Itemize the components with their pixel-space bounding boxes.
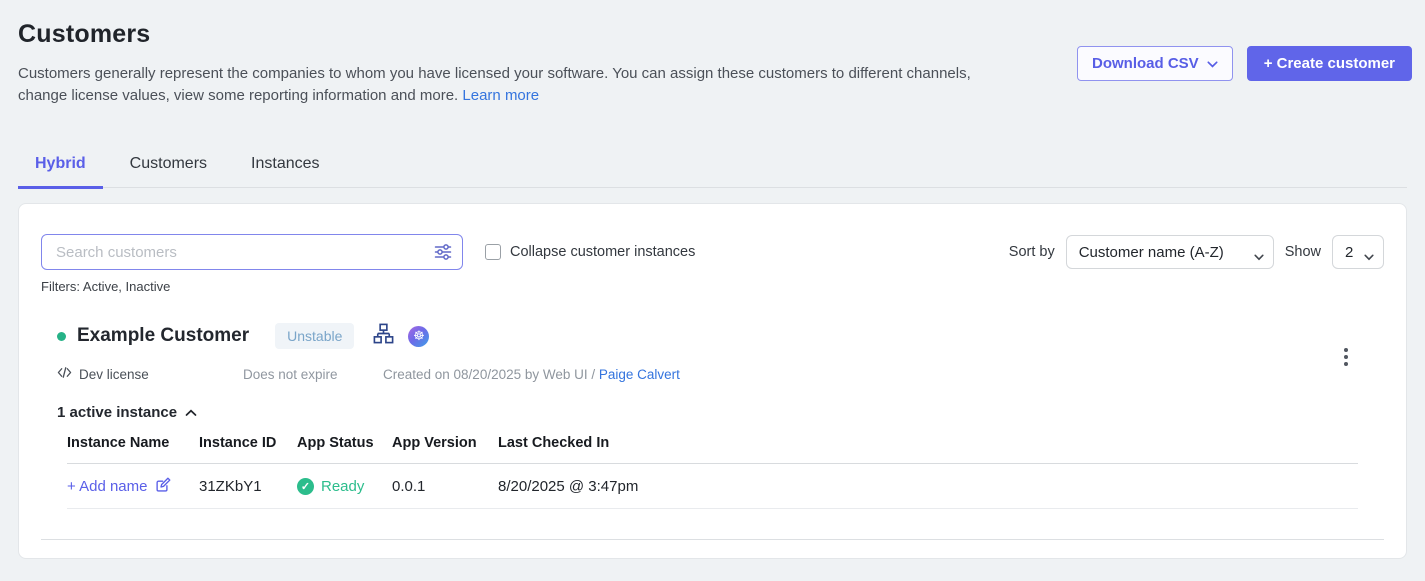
learn-more-link[interactable]: Learn more — [462, 87, 539, 104]
sort-select[interactable]: Customer name (A-Z) — [1066, 235, 1274, 269]
instance-name-cell: + Add name — [67, 476, 199, 497]
col-header-instance-name: Instance Name — [67, 435, 199, 451]
filter-sliders-icon[interactable] — [433, 242, 453, 267]
sort-by-label: Sort by — [1009, 244, 1055, 260]
collapse-instances-label[interactable]: Collapse customer instances — [510, 244, 695, 260]
created-by-user-link[interactable]: Paige Calvert — [599, 367, 680, 382]
sitemap-icon — [372, 322, 395, 350]
tab-instances[interactable]: Instances — [234, 149, 336, 187]
kubernetes-icon: ☸ — [408, 326, 429, 347]
toolbar: Collapse customer instances Sort by Cust… — [41, 234, 1384, 270]
search-input[interactable] — [41, 234, 463, 270]
edit-icon — [155, 476, 172, 497]
customer-block: Example Customer Unstable ☸ — [41, 322, 1384, 509]
collapse-instances-control: Collapse customer instances — [485, 244, 695, 260]
create-customer-button[interactable]: + Create customer — [1247, 46, 1412, 81]
check-circle-icon: ✓ — [297, 478, 314, 495]
channel-badge: Unstable — [275, 323, 354, 349]
download-csv-button[interactable]: Download CSV — [1077, 46, 1233, 81]
page-description: Customers generally represent the compan… — [18, 63, 978, 107]
sort-select-wrap: Customer name (A-Z) — [1066, 235, 1274, 269]
tab-bar: Hybrid Customers Instances — [18, 149, 1407, 188]
chevron-down-icon — [1207, 55, 1218, 72]
page-header: Customers Customers generally represent … — [0, 0, 1425, 107]
download-csv-label: Download CSV — [1092, 55, 1199, 72]
code-icon — [57, 365, 72, 383]
active-status-dot-icon — [57, 332, 66, 341]
customer-actions-kebab-icon[interactable] — [1340, 344, 1352, 370]
license-row: Dev license Does not expire Created on 0… — [57, 365, 1384, 383]
instances-summary: 1 active instance — [57, 404, 177, 421]
instances-table-header: Instance Name Instance ID App Status App… — [67, 435, 1358, 464]
show-label: Show — [1285, 244, 1321, 260]
last-checked-in-cell: 8/20/2025 @ 3:47pm — [498, 478, 1358, 495]
license-type-label: Dev license — [79, 367, 149, 382]
toolbar-right: Sort by Customer name (A-Z) Show 20 — [1009, 235, 1384, 269]
created-by-text: Created on 08/20/2025 by Web UI / Paige … — [383, 367, 680, 382]
show-select[interactable]: 20 — [1332, 235, 1384, 269]
customer-name[interactable]: Example Customer — [77, 325, 249, 347]
app-status-cell: ✓ Ready — [297, 478, 392, 495]
customer-header-row: Example Customer Unstable ☸ — [57, 322, 1384, 350]
active-filters-text: Filters: Active, Inactive — [41, 279, 1384, 294]
status-label: Ready — [321, 478, 364, 495]
tab-customers[interactable]: Customers — [113, 149, 224, 187]
license-expiry: Does not expire — [243, 367, 383, 382]
col-header-instance-id: Instance ID — [199, 435, 297, 451]
add-name-label: + Add name — [67, 478, 147, 495]
license-type: Dev license — [57, 365, 243, 383]
status-ready: ✓ Ready — [297, 478, 392, 495]
instance-row: + Add name 31ZKbY1 ✓ Ready — [67, 464, 1358, 509]
add-name-button[interactable]: + Add name — [67, 476, 199, 497]
customer-block-divider — [41, 539, 1384, 540]
header-actions: Download CSV + Create customer — [1077, 46, 1412, 81]
tab-hybrid[interactable]: Hybrid — [18, 149, 103, 189]
page-title: Customers — [18, 20, 1407, 49]
instances-toggle[interactable]: 1 active instance — [57, 404, 1384, 421]
instances-table: Instance Name Instance ID App Status App… — [67, 435, 1358, 509]
search-wrap — [41, 234, 463, 270]
col-header-app-version: App Version — [392, 435, 498, 451]
col-header-app-status: App Status — [297, 435, 392, 451]
app-version-cell: 0.0.1 — [392, 478, 498, 495]
show-select-wrap: 20 — [1332, 235, 1384, 269]
col-header-last-checked-in: Last Checked In — [498, 435, 1358, 451]
chevron-up-icon — [185, 404, 197, 421]
instance-id-cell: 31ZKbY1 — [199, 478, 297, 495]
customer-type-icons: ☸ — [372, 322, 429, 350]
collapse-instances-checkbox[interactable] — [485, 244, 501, 260]
customers-card: Collapse customer instances Sort by Cust… — [18, 203, 1407, 559]
